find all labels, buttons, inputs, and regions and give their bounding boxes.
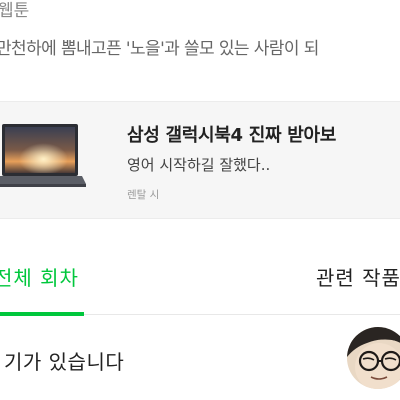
tab-related-works[interactable]: 관련 작품 <box>316 252 400 315</box>
glasses-character-avatar[interactable] <box>347 327 400 389</box>
comment-row: 기가 있습니다 <box>0 320 400 400</box>
ad-label: 렌탈 시 <box>127 189 160 201</box>
comment-text: 기가 있습니다 <box>4 350 125 374</box>
ad-banner[interactable]: 삼성 갤럭시북4 진짜 받아보 영어 시작하길 잘했다.. 렌탈 시 <box>0 101 400 219</box>
tab-all-episodes[interactable]: 전체 회차 <box>0 252 84 316</box>
tab-related-works-label: 관련 작품 <box>316 266 400 290</box>
webtoon-header: 웹툰 만천하에 뽐내고픈 '노을'과 쓸모 있는 사람이 되 <box>0 0 400 90</box>
episode-tabs: 전체 회차 관련 작품 <box>0 252 400 316</box>
active-tab-indicator <box>0 312 84 316</box>
ad-title: 삼성 갤럭시북4 진짜 받아보 <box>127 125 336 146</box>
category-label: 웹툰 <box>0 1 30 21</box>
laptop-image <box>0 124 86 187</box>
webtoon-subtitle: 만천하에 뽐내고픈 '노을'과 쓸모 있는 사람이 되 <box>0 39 319 59</box>
tab-all-episodes-label: 전체 회차 <box>0 266 79 290</box>
ad-description: 영어 시작하길 잘했다.. <box>127 156 271 174</box>
